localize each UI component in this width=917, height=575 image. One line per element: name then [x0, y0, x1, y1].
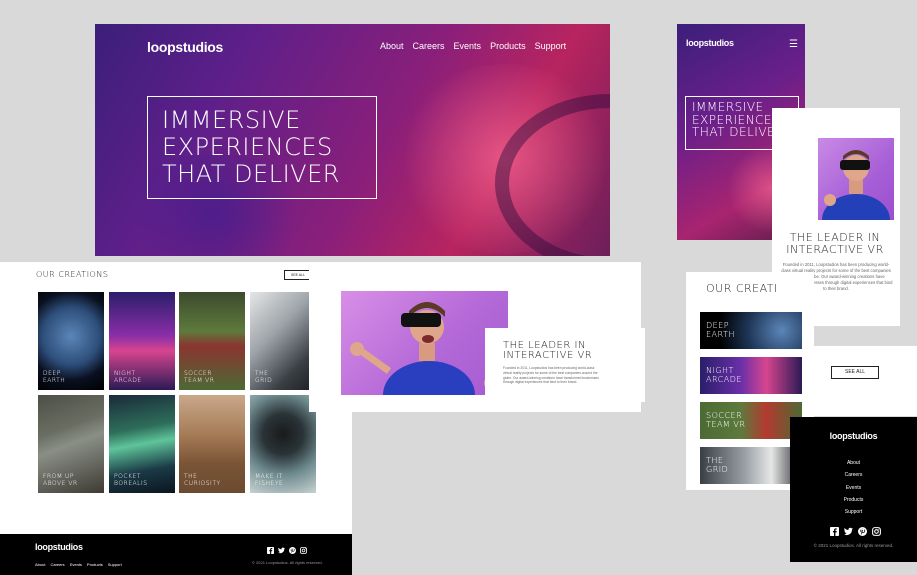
mobile-footer-nav: About Careers Events Products Support	[790, 457, 917, 518]
nav-careers[interactable]: Careers	[413, 41, 445, 51]
leader-title-line-2: INTERACTIVE VR	[503, 350, 593, 361]
creation-tile-the-curiosity[interactable]: THE CURIOSITY	[179, 395, 245, 493]
footer-nav: About Careers Events Products Support	[35, 562, 122, 567]
leader-title: THE LEADER IN INTERACTIVE VR	[503, 341, 592, 361]
creation-label: NIGHT ARCADE	[114, 370, 142, 384]
mobile-creation-tile-the-grid[interactable]: THE GRID	[700, 447, 802, 484]
footer-social-links	[267, 547, 307, 554]
pinterest-icon[interactable]	[289, 547, 296, 554]
vr-user-image	[818, 138, 894, 220]
facebook-icon[interactable]	[267, 547, 274, 554]
mobile-creation-label: SOCCER TEAM VR	[706, 411, 746, 429]
desktop-hero: loopstudios About Careers Events Product…	[95, 24, 610, 256]
hero-headline-box: IMMERSIVE EXPERIENCES THAT DELIVER	[147, 96, 377, 199]
nav-support[interactable]: Support	[535, 41, 567, 51]
logo[interactable]: loopstudios	[147, 39, 223, 55]
creation-label: THE CURIOSITY	[184, 473, 221, 487]
nav-about[interactable]: About	[380, 41, 404, 51]
footer-nav-events[interactable]: Events	[70, 562, 82, 567]
creation-label: POCKET BOREALIS	[114, 473, 148, 487]
mobile-creations-title: OUR CREATI	[706, 282, 778, 295]
mobile-creation-tile-deep-earth[interactable]: DEEP EARTH	[700, 312, 802, 349]
mobile-see-all-button[interactable]: SEE ALL	[831, 366, 879, 379]
creation-tile-deep-earth[interactable]: DEEP EARTH	[38, 292, 104, 390]
mobile-logo[interactable]: loopstudios	[686, 38, 734, 48]
creation-label: FROM UP ABOVE VR	[43, 473, 78, 487]
creation-tile-the-grid[interactable]: THE GRID	[250, 292, 316, 390]
footer-logo[interactable]: loopstudios	[35, 542, 83, 552]
creation-tile-soccer-team-vr[interactable]: SOCCER TEAM VR	[179, 292, 245, 390]
footer-nav-careers[interactable]: Careers	[50, 562, 64, 567]
desktop-footer: loopstudios About Careers Events Product…	[0, 534, 352, 575]
instagram-icon[interactable]	[300, 547, 307, 554]
mobile-footer-nav-about[interactable]: About	[790, 457, 917, 469]
mobile-creation-tile-night-arcade[interactable]: NIGHT ARCADE	[700, 357, 802, 394]
mobile-footer: loopstudios About Careers Events Product…	[790, 417, 917, 562]
vr-user-image	[341, 291, 508, 395]
creation-label: MAKE IT FISHEYE	[255, 473, 284, 487]
creation-label: DEEP EARTH	[43, 370, 66, 384]
creation-label: SOCCER TEAM VR	[184, 370, 215, 384]
mobile-creation-label: NIGHT ARCADE	[706, 366, 742, 384]
facebook-icon[interactable]	[830, 527, 839, 536]
mobile-creation-tile-soccer-team-vr[interactable]: SOCCER TEAM VR	[700, 402, 802, 439]
mobile-leader-title-line-2: INTERACTIVE VR	[786, 242, 884, 256]
hero-line-3: THAT DELIVER	[162, 160, 340, 188]
creation-label: THE GRID	[255, 370, 273, 384]
pinterest-icon[interactable]	[858, 527, 867, 536]
twitter-icon[interactable]	[844, 527, 853, 536]
mobile-see-all-area	[814, 346, 917, 416]
nav-events[interactable]: Events	[454, 41, 482, 51]
mobile-footer-logo[interactable]: loopstudios	[790, 431, 917, 441]
hamburger-menu-icon[interactable]: ☰	[789, 39, 798, 50]
twitter-icon[interactable]	[278, 547, 285, 554]
main-nav: About Careers Events Products Support	[380, 41, 566, 51]
footer-nav-support[interactable]: Support	[108, 562, 122, 567]
mobile-leader-title: THE LEADER IN INTERACTIVE VR	[772, 232, 898, 255]
creation-tile-night-arcade[interactable]: NIGHT ARCADE	[109, 292, 175, 390]
mobile-footer-nav-products[interactable]: Products	[790, 494, 917, 506]
mobile-footer-nav-careers[interactable]: Careers	[790, 469, 917, 481]
hero-line-1: IMMERSIVE	[162, 106, 301, 134]
desktop-creations-section: OUR CREATIONS SEE ALL DEEP EARTH NIGHT ARC…	[0, 262, 352, 534]
footer-nav-products[interactable]: Products	[87, 562, 103, 567]
mobile-footer-copyright: © 2021 Loopstudios. All rights reserved.	[813, 543, 894, 548]
mobile-hero-line-3: THAT DELIVER	[692, 125, 784, 139]
mobile-footer-social-links	[830, 527, 881, 536]
creation-tile-from-up-above-vr[interactable]: FROM UP ABOVE VR	[38, 395, 104, 493]
mobile-footer-nav-events[interactable]: Events	[790, 482, 917, 494]
creation-tile-make-it-fisheye[interactable]: MAKE IT FISHEYE	[250, 395, 316, 493]
footer-copyright: © 2021 Loopstudios. All rights reserved.	[252, 560, 323, 565]
leader-text: Founded in 2011, Loopstudios has been pr…	[503, 366, 599, 385]
hero-headline: IMMERSIVE EXPERIENCES THAT DELIVER	[148, 97, 376, 188]
hero-line-2: EXPERIENCES	[162, 133, 333, 161]
footer-nav-about[interactable]: About	[35, 562, 45, 567]
desktop-leader-section: THE LEADER IN INTERACTIVE VR Founded in …	[309, 262, 645, 412]
mobile-creation-label: DEEP EARTH	[706, 321, 735, 339]
mobile-creation-label: THE GRID	[706, 456, 729, 474]
creation-tile-pocket-borealis[interactable]: POCKET BOREALIS	[109, 395, 175, 493]
creations-title: OUR CREATIONS	[36, 270, 109, 279]
mobile-footer-nav-support[interactable]: Support	[790, 506, 917, 518]
see-all-button[interactable]: SEE ALL	[284, 270, 312, 280]
instagram-icon[interactable]	[872, 527, 881, 536]
nav-products[interactable]: Products	[490, 41, 526, 51]
